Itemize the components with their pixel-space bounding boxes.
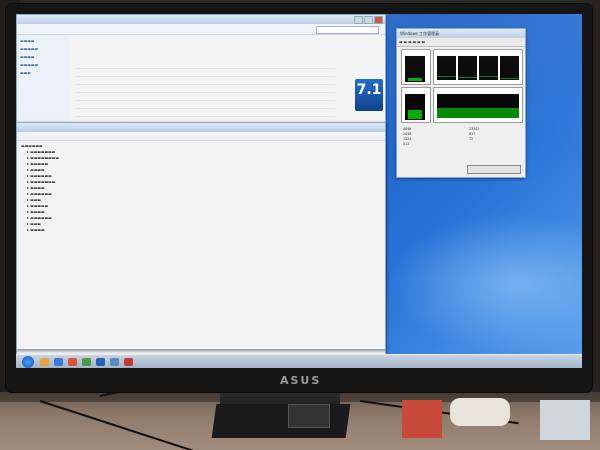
pane-link[interactable]: ▬▬▬	[20, 70, 66, 75]
table-row	[75, 85, 335, 93]
app-icon[interactable]	[82, 358, 91, 366]
rating-badge-value: 7.1	[356, 82, 382, 98]
cpu-core-graph	[437, 56, 456, 80]
maximize-icon[interactable]	[364, 16, 373, 24]
task-manager-tabs[interactable]: ▬ ▬ ▬ ▬ ▬ ▬	[397, 38, 525, 47]
window-titlebar	[17, 123, 385, 132]
memory-meter	[405, 94, 425, 120]
toolbar	[17, 132, 385, 141]
cpu-core-graph	[479, 56, 498, 80]
cpu-history-box	[433, 49, 523, 85]
browser-icon[interactable]	[54, 358, 63, 366]
window-controls	[354, 16, 383, 24]
desk-phone	[288, 404, 330, 428]
minimize-icon[interactable]	[354, 16, 363, 24]
photo: ASUS ▬▬▬▬ ▬▬▬▬▬ ▬▬▬▬ ▬▬▬▬▬ ▬▬▬ 7.1 ▬▬▬▬▬…	[0, 0, 600, 450]
score-table	[75, 61, 335, 117]
table-row	[75, 61, 335, 69]
device-tree: ▬▬▬▬▬▬ ▸ ▬▬▬▬▬▬▬ ▸ ▬▬▬▬▬▬▬▬ ▸ ▬▬▬▬▬ ▸ ▬▬…	[17, 141, 385, 233]
desk-item-grey	[540, 400, 590, 440]
monitor-logo: ASUS	[280, 374, 322, 387]
app-icon[interactable]	[124, 358, 133, 366]
address-bar[interactable]	[17, 24, 385, 35]
window-titlebar	[17, 15, 385, 24]
left-task-pane: ▬▬▬▬ ▬▬▬▬▬ ▬▬▬▬ ▬▬▬▬▬ ▬▬▬	[17, 35, 69, 123]
memory-history-box	[433, 87, 523, 123]
desk-item-white	[450, 398, 510, 426]
memory-fill	[408, 110, 422, 119]
pane-link[interactable]: ▬▬▬▬	[20, 38, 66, 43]
rating-badge: 7.1	[355, 79, 383, 111]
table-row	[75, 101, 335, 109]
pane-link[interactable]: ▬▬▬▬▬	[20, 62, 66, 67]
search-input[interactable]	[316, 26, 379, 34]
device-manager-window: ▬▬▬▬▬▬ ▸ ▬▬▬▬▬▬▬ ▸ ▬▬▬▬▬▬▬▬ ▸ ▬▬▬▬▬ ▸ ▬▬…	[16, 122, 386, 350]
memory-history-graph	[437, 94, 519, 118]
task-manager-titlebar: Windows 工作管理員	[397, 29, 525, 38]
monitor-screen: ▬▬▬▬ ▬▬▬▬▬ ▬▬▬▬ ▬▬▬▬▬ ▬▬▬ 7.1 ▬▬▬▬▬▬ ▸ ▬…	[16, 14, 582, 368]
desktop-light-streak	[386, 214, 582, 354]
memory-stats-left: 4096 2048 1024 512	[403, 127, 411, 147]
table-row	[75, 93, 335, 101]
table-row	[75, 69, 335, 77]
cpu-core-graph	[458, 56, 477, 80]
stat-value: 512	[403, 142, 410, 146]
cpu-usage-meter	[405, 56, 425, 82]
memory-box	[401, 87, 431, 123]
folder-icon[interactable]	[40, 358, 49, 366]
taskbar	[16, 354, 582, 368]
close-icon[interactable]	[374, 16, 383, 24]
pane-link[interactable]: ▬▬▬▬▬	[20, 46, 66, 51]
cpu-usage-fill	[408, 78, 422, 81]
tree-item[interactable]: ▸ ▬▬▬▬	[21, 227, 385, 233]
pane-link[interactable]: ▬▬▬▬	[20, 54, 66, 59]
app-icon[interactable]	[110, 358, 119, 366]
start-orb-icon[interactable]	[22, 356, 34, 368]
windows-logo-icon[interactable]	[96, 358, 105, 366]
table-row	[75, 77, 335, 85]
table-row	[75, 109, 335, 117]
memory-stats-right: 23342 857 72	[469, 127, 480, 142]
media-icon[interactable]	[68, 358, 77, 366]
cpu-usage-box	[401, 49, 431, 85]
task-manager-window: Windows 工作管理員 ▬ ▬ ▬ ▬ ▬ ▬ 4096 2048 1024…	[396, 28, 526, 178]
performance-rating-panel: 7.1	[75, 41, 385, 121]
cpu-core-graph	[500, 56, 519, 80]
stat-value: 72	[469, 137, 474, 141]
desk-item-red	[402, 400, 442, 438]
resource-monitor-button[interactable]	[467, 165, 521, 174]
